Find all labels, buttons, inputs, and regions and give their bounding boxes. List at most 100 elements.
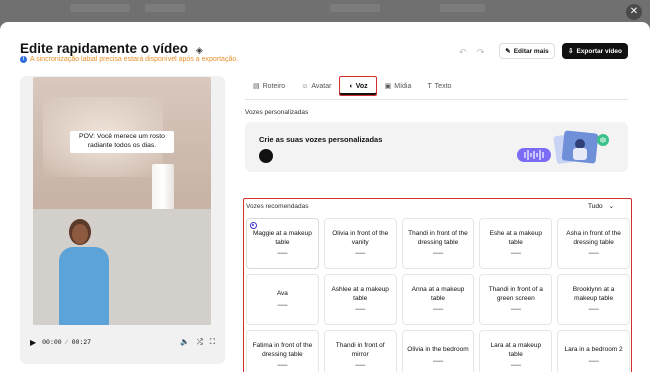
voice-card[interactable]: Thandi in front of mirror ▪▪▪▪▪▪▪	[323, 330, 397, 372]
waveform-icon[interactable]: ▪▪▪▪▪▪▪	[511, 363, 522, 369]
voice-name: Thandi in front of a green screen	[488, 285, 543, 302]
video-controls: ▶ 00:00/00:27 🔈 ⤮ ⛶	[20, 330, 225, 354]
filter-label: Tudo	[588, 202, 603, 210]
current-time: 00:00	[42, 338, 62, 346]
video-preview[interactable]: POV: Você merece um rosto radiante todos…	[33, 77, 211, 325]
play-icon[interactable]: ▶	[30, 338, 36, 347]
waveform-icon[interactable]: ▪▪▪▪▪▪▪	[355, 363, 366, 369]
waveform-icon[interactable]: ▪▪▪▪▪▪▪	[433, 307, 444, 313]
backdrop-strip	[440, 4, 485, 12]
voice-card[interactable]: Maggie at a makeup table ▪▪▪▪▪▪▪	[246, 218, 319, 269]
voice-name: Lara at a makeup table	[490, 341, 542, 358]
voice-name: Thandi in front of mirror	[335, 341, 385, 358]
waveform-icon[interactable]: ▪▪▪▪▪▪▪	[589, 359, 600, 365]
script-icon: ▤	[253, 83, 260, 90]
edit-video-modal: Edite rapidamente o vídeo ◈ i A sincroni…	[0, 22, 650, 372]
backdrop-strip	[145, 4, 185, 12]
fullscreen-icon[interactable]: ⛶	[210, 337, 215, 347]
voice-card[interactable]: Thandi in front of a green screen ▪▪▪▪▪▪▪	[479, 274, 553, 325]
lipsync-note: i A sincronização labial precisa estará …	[20, 56, 238, 63]
tab-texto[interactable]: T Texto	[419, 76, 459, 96]
tab-midia[interactable]: ▣ Mídia	[377, 76, 420, 96]
undo-icon[interactable]: ↶	[459, 47, 467, 58]
custom-voices-label: Vozes personalizadas	[245, 109, 309, 116]
chevron-down-icon: ⌄	[608, 203, 615, 210]
voice-card[interactable]: Olivia in front of the vanity ▪▪▪▪▪▪▪	[323, 218, 397, 269]
voice-name: Eshe at a makeup table	[489, 229, 542, 246]
volume-icon[interactable]: 🔈	[180, 337, 189, 347]
tab-roteiro[interactable]: ▤ Roteiro	[245, 76, 293, 96]
custom-voice-action-icon[interactable]	[259, 149, 273, 163]
voice-name: Fatima in front of the dressing table	[252, 341, 313, 358]
lipsync-note-text: A sincronização labial precisa estará di…	[30, 56, 239, 63]
waveform-icon[interactable]: ▪▪▪▪▪▪▪	[511, 307, 522, 313]
redo-icon[interactable]: ↷	[477, 47, 485, 58]
voice-card[interactable]: Thandi in front of the dressing table ▪▪▪…	[401, 218, 475, 269]
waveform-icon[interactable]: ▪▪▪▪▪▪▪	[589, 307, 600, 313]
selected-radio-icon	[250, 222, 257, 229]
text-icon: T	[427, 82, 432, 90]
close-icon[interactable]: ✕	[626, 4, 642, 20]
waveform-icon[interactable]: ▪▪▪▪▪▪▪	[511, 251, 522, 257]
voice-card[interactable]: Fatima in front of the dressing table ▪▪▪…	[246, 330, 319, 372]
voice-name: Asha in front of the dressing table	[566, 229, 621, 246]
voice-card[interactable]: Ava ▪▪▪▪▪▪▪	[246, 274, 319, 325]
page-title: Edite rapidamente o vídeo ◈	[20, 41, 203, 56]
voice-name: Lara in a bedroom 2	[564, 346, 623, 354]
voice-card[interactable]: Lara at a makeup table ▪▪▪▪▪▪▪	[479, 330, 553, 372]
voice-name: Thandi in front of the dressing table	[408, 229, 468, 246]
edit-more-button[interactable]: ✎ Editar mais	[499, 43, 555, 59]
waveform-icon[interactable]: ▪▪▪▪▪▪▪	[277, 363, 288, 369]
voice-name: Ava	[276, 290, 288, 298]
tab-voz[interactable]: ◖ Voz	[339, 76, 377, 96]
voice-icon: ◖	[348, 82, 353, 90]
avatar-icon: ☺	[301, 82, 309, 90]
edit-more-icon: ✎	[505, 48, 511, 55]
avatar-face	[72, 224, 88, 244]
tab-label: Voz	[355, 82, 368, 90]
waveform-icon[interactable]: ▪▪▪▪▪▪▪	[433, 359, 444, 365]
media-icon: ▣	[384, 83, 392, 90]
tab-label: Texto	[434, 82, 452, 90]
waveform-icon[interactable]: ▪▪▪▪▪▪▪	[355, 251, 366, 257]
tabs-divider	[245, 99, 628, 100]
custom-voice-illustration	[517, 130, 609, 164]
voice-card[interactable]: Eshe at a makeup table ▪▪▪▪▪▪▪	[479, 218, 553, 269]
waveform-icon[interactable]: ▪▪▪▪▪▪▪	[277, 251, 288, 257]
page-backdrop	[0, 0, 650, 22]
video-caption: POV: Você merece um rosto radiante todos…	[70, 131, 174, 153]
create-custom-voice-card[interactable]: Crie as suas vozes personalizadas	[245, 122, 628, 172]
export-label: Exportar vídeo	[576, 47, 622, 55]
tab-label: Avatar	[311, 82, 332, 90]
shuffle-icon[interactable]: ⤮	[197, 337, 203, 347]
voice-filter-dropdown[interactable]: Tudo ⌄	[588, 202, 615, 211]
waveform-icon[interactable]: ▪▪▪▪▪▪▪	[589, 251, 600, 257]
backdrop-strip	[70, 4, 130, 12]
page-title-text: Edite rapidamente o vídeo	[20, 41, 189, 56]
voice-grid: Maggie at a makeup table ▪▪▪▪▪▪▪ Olivia i…	[246, 218, 630, 372]
premium-icon: ◈	[195, 45, 203, 55]
voice-card[interactable]: Anna at a makeup table ▪▪▪▪▪▪▪	[401, 274, 475, 325]
edit-more-label: Editar mais	[513, 47, 549, 55]
voice-name: Olivia in the bedroom	[407, 346, 469, 354]
waveform-icon[interactable]: ▪▪▪▪▪▪▪	[433, 251, 444, 257]
waveform-icon[interactable]: ▪▪▪▪▪▪▪	[277, 303, 288, 309]
export-icon: ⇩	[568, 48, 574, 55]
voice-card[interactable]: Lara in a bedroom 2 ▪▪▪▪▪▪▪	[557, 330, 630, 372]
voice-name: Maggie at a makeup table	[252, 229, 312, 246]
tab-avatar[interactable]: ☺ Avatar	[293, 76, 339, 96]
voice-name: Brooklynn at a makeup table	[572, 285, 615, 302]
info-icon: i	[20, 56, 27, 63]
backdrop-strip	[330, 4, 380, 12]
voice-card[interactable]: Brooklynn at a makeup table ▪▪▪▪▪▪▪	[557, 274, 630, 325]
voice-card[interactable]: Olivia in the bedroom ▪▪▪▪▪▪▪	[401, 330, 475, 372]
voice-name: Ashlee at a makeup table	[331, 285, 389, 302]
export-video-button[interactable]: ⇩ Exportar vídeo	[562, 43, 628, 59]
waveform-icon[interactable]: ▪▪▪▪▪▪▪	[355, 307, 366, 313]
editor-tabs: ▤ Roteiro ☺ Avatar ◖ Voz ▣ Mídia T Texto	[245, 76, 459, 96]
voice-name: Olivia in front of the vanity	[332, 229, 389, 246]
avatar-body	[59, 247, 109, 325]
time-display: 00:00/00:27	[42, 338, 92, 346]
voice-card[interactable]: Asha in front of the dressing table ▪▪▪▪▪…	[557, 218, 630, 269]
voice-card[interactable]: Ashlee at a makeup table ▪▪▪▪▪▪▪	[323, 274, 397, 325]
